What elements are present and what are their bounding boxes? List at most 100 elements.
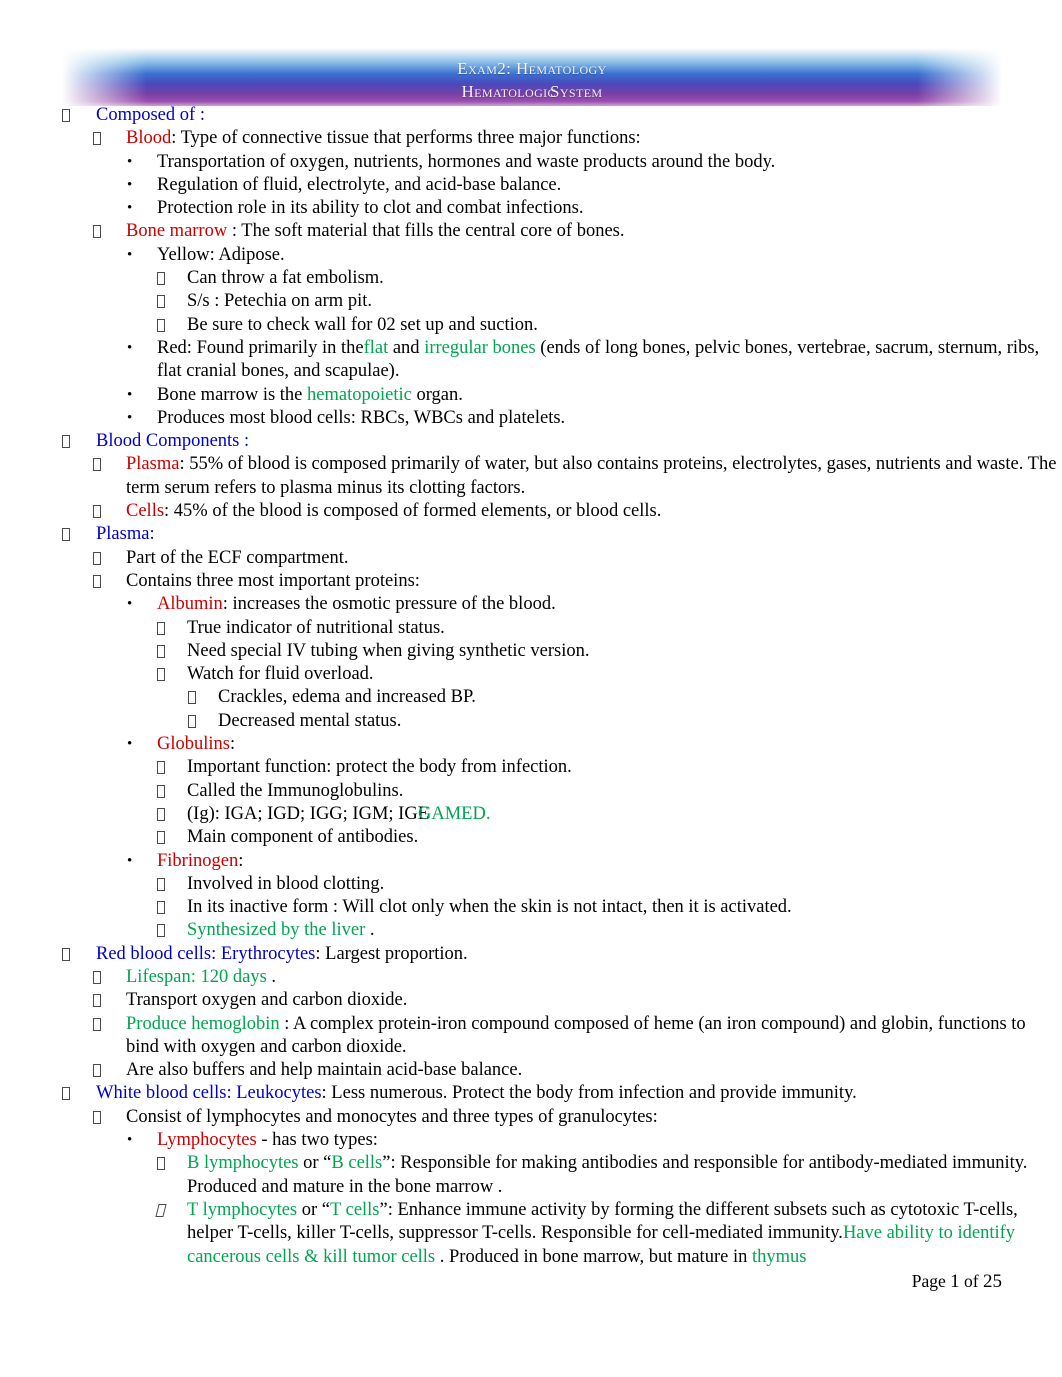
text-run-blue: White blood cells: Leukocytes (96, 1083, 322, 1104)
outline-row: Blood: Type of connective tissue that pe… (0, 127, 1062, 150)
text-run-black: Need special IV tubing when giving synth… (187, 640, 590, 661)
outline-row: Red blood cells: Erythrocytes: Largest p… (0, 943, 1062, 966)
bullet-missing-glyph-icon (93, 1059, 101, 1082)
outline-row: Important function: protect the body fro… (0, 756, 1062, 779)
text-run-black: or “ (298, 1153, 332, 1174)
text-run-black: Transportation of oxygen, nutrients, hor… (157, 151, 776, 172)
outline-text: Synthesized by the liver . (187, 919, 1062, 942)
outline-text: Albumin: increases the osmotic pressure … (157, 593, 1062, 616)
text-run-blue: : (195, 105, 205, 125)
bullet-missing-glyph-icon (157, 267, 165, 290)
outline-row: • Lymphocytes - has two types: (0, 1129, 1062, 1152)
bullet-dot-icon: • (127, 1132, 133, 1149)
outline-text: Transportation of oxygen, nutrients, hor… (157, 151, 1062, 174)
text-run-green: Produce hemoglobin (126, 1013, 280, 1034)
text-run-black: In its inactive form : Will clot only wh… (187, 897, 792, 918)
text-run-black: : (229, 734, 236, 755)
text-run-black: : increases the osmotic pressure of the … (222, 594, 556, 615)
bullet-missing-glyph-icon (93, 570, 101, 593)
bullet-missing-glyph-icon (93, 500, 101, 523)
outline-text: Globulins: (157, 733, 1062, 756)
text-run-black: Called the Immunoglobulins. (187, 780, 404, 801)
text-run-red: Lymphocytes (157, 1130, 257, 1151)
outline-row: Crackles, edema and increased BP. (0, 686, 1062, 709)
outline-text: Red: Found primarily in theflat and irre… (157, 337, 1062, 384)
outline-text: White blood cells: Leukocytes: Less nume… (96, 1082, 1062, 1105)
bullet-missing-glyph-icon (157, 873, 165, 896)
text-run-blue: Blood Components (96, 431, 240, 452)
outline-row: Main component of antibodies. (0, 826, 1062, 849)
bullet-dot-icon: • (127, 339, 133, 356)
bullet-dot-icon: • (127, 246, 133, 263)
text-run-black: . (266, 966, 277, 987)
outline-text: Bone marrow : The soft material that fil… (126, 220, 1062, 243)
bullet-missing-glyph-icon (93, 547, 101, 570)
outline-text: Can throw a fat embolism. (187, 267, 1062, 290)
bullet-missing-glyph-icon (157, 617, 165, 640)
text-run-black: Crackles, edema and increased BP. (218, 687, 476, 708)
bullet-missing-glyph-icon (62, 523, 70, 546)
outline-text: (Ig): IGA; IGD; IGG; IGM; IGE GAMED. (187, 803, 1062, 826)
outline-text: Produce hemoglobin : A complex protein-i… (126, 1013, 1062, 1060)
text-run-black: and (388, 337, 425, 358)
text-run-blue: Red blood cells: Erythrocytes (96, 943, 316, 964)
text-run-black: Involved in blood clotting. (187, 873, 385, 894)
text-run-black: : 45% of the blood is composed of formed… (164, 501, 662, 522)
outline-text: Yellow: Adipose. (157, 244, 1062, 267)
outline-row: B lymphocytes or “B cells”: Responsible … (0, 1152, 1062, 1199)
outline-row: • Albumin: increases the osmotic pressure… (0, 593, 1062, 616)
outline-row: Bone marrow : The soft material that fil… (0, 220, 1062, 243)
text-run-black: Yellow: Adipose. (157, 244, 285, 265)
footer-page-number: 1 (950, 1271, 960, 1292)
text-run-black: Can throw a fat embolism. (187, 268, 384, 289)
outline-text: Blood: Type of connective tissue that pe… (126, 127, 1062, 150)
outline-row: Synthesized by the liver . (0, 919, 1062, 942)
outline-text: Watch for fluid overload. (187, 663, 1062, 686)
text-run-red: Globulins (157, 734, 230, 755)
bullet-missing-glyph-icon (157, 640, 165, 663)
outline-row: Part of the ECF compartment. (0, 547, 1062, 570)
bullet-dot-icon: • (127, 409, 133, 426)
outline-row: • Bone marrow is the hematopoietic organ. (0, 384, 1062, 407)
page-footer: Page 1 of 25 (912, 1271, 1002, 1293)
footer-prefix: Page (911, 1271, 946, 1291)
bullet-missing-glyph-icon (62, 943, 70, 966)
text-run-black: Be sure to check wall for 02 set up and … (187, 314, 538, 335)
outline-text: Cells: 45% of the blood is composed of f… (126, 500, 1062, 523)
outline-row: T lymphocytes or “T cells”: Enhance immu… (0, 1199, 1062, 1269)
bullet-missing-glyph-icon (157, 826, 165, 849)
bullet-missing-glyph-icon (157, 1152, 165, 1175)
bullet-missing-glyph-icon (157, 896, 165, 919)
bullet-missing-glyph-icon (62, 430, 70, 453)
document-outline: Composed of : Blood: Type of connective t… (0, 104, 1062, 1269)
bullet-missing-glyph-icon (157, 756, 165, 779)
bullet-dot-icon: • (127, 852, 133, 869)
outline-row: (Ig): IGA; IGD; IGG; IGM; IGE GAMED. (0, 803, 1062, 826)
text-run-black: Part of the ECF compartment. (126, 547, 349, 568)
outline-text: Involved in blood clotting. (187, 873, 1062, 896)
text-run-black: Important function: protect the body fro… (187, 757, 572, 778)
outline-text: Part of the ECF compartment. (126, 547, 1062, 570)
header-title-line1: Exam2: Hematology (457, 59, 607, 78)
bullet-missing-glyph-icon (157, 290, 165, 313)
outline-row: • Yellow: Adipose. (0, 244, 1062, 267)
outline-text: Called the Immunoglobulins. (187, 780, 1062, 803)
outline-text: Need special IV tubing when giving synth… (187, 640, 1062, 663)
outline-text: Are also buffers and help maintain acid-… (126, 1059, 1062, 1082)
outline-row: Blood Components : (0, 430, 1062, 453)
footer-total-pages: 25 (983, 1271, 1002, 1292)
bullet-missing-glyph-icon (62, 104, 70, 127)
outline-text: True indicator of nutritional status. (187, 617, 1062, 640)
outline-row: Plasma: 55% of blood is composed primari… (0, 453, 1062, 500)
bullet-missing-glyph-icon (93, 127, 101, 150)
outline-text: Transport oxygen and carbon dioxide. (126, 989, 1062, 1012)
outline-row: Transport oxygen and carbon dioxide. (0, 989, 1062, 1012)
text-run-black: Watch for fluid overload. (187, 664, 374, 685)
outline-text: Lymphocytes - has two types: (157, 1129, 1062, 1152)
outline-text: Protection role in its ability to clot a… (157, 197, 1062, 220)
outline-row: Involved in blood clotting. (0, 873, 1062, 896)
text-run-blue: : (149, 524, 155, 545)
outline-text: Be sure to check wall for 02 set up and … (187, 314, 1062, 337)
text-run-black: : The soft material that fills the centr… (227, 221, 625, 242)
text-run-black: Consist of lymphocytes and monocytes and… (126, 1106, 658, 1127)
